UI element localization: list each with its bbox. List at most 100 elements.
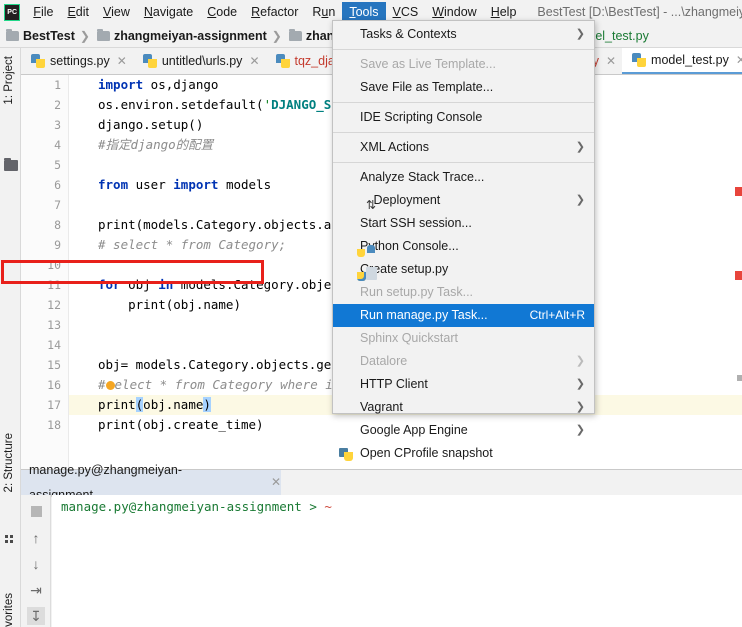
menu-item-label: IDE Scripting Console xyxy=(360,110,483,124)
menu-item-analyze-stack-trace[interactable]: Analyze Stack Trace... xyxy=(333,166,594,189)
folder-icon xyxy=(96,28,110,41)
breadcrumb-label: zhangmeiyan-assignment xyxy=(113,28,267,43)
chevron-right-icon: ❯ xyxy=(575,378,585,390)
menu-item-label: XML Actions xyxy=(360,140,430,154)
menu-item-label: Start SSH session... xyxy=(360,216,472,230)
code-line-9: # select * from Category; xyxy=(98,237,287,252)
line-number: 16 xyxy=(47,378,61,392)
close-icon[interactable]: ✕ xyxy=(249,55,259,67)
menu-item-http-client[interactable]: HTTP Client ❯ xyxy=(333,373,594,396)
line-number: 3 xyxy=(54,118,61,132)
menu-item-save-file-as-template[interactable]: Save File as Template... xyxy=(333,76,594,99)
python-file-icon xyxy=(31,54,45,68)
line-number: 6 xyxy=(54,178,61,192)
menu-item-save-as-live-template: Save as Live Template... xyxy=(333,53,594,76)
chevron-right-icon: ❯ xyxy=(575,424,585,436)
menu-item-google-app-engine[interactable]: Google App Engine ❯ xyxy=(333,419,594,442)
menu-separator xyxy=(333,162,594,163)
line-number: 9 xyxy=(54,238,61,252)
code-line-18: print(obj.create_time) xyxy=(98,417,264,432)
line-number: 17 xyxy=(47,398,61,412)
line-number: 12 xyxy=(47,298,61,312)
editor-gutter[interactable]: 1 2 3 4 5 6 7 8 9 10 11 12 13 14 15 16 1… xyxy=(21,75,69,469)
breadcrumb-label: BestTest xyxy=(23,28,75,43)
breadcrumb-item-1[interactable]: zhangmeiyan-assignment xyxy=(91,28,267,43)
line-number: 5 xyxy=(54,158,61,172)
code-line-4: #指定django的配置 xyxy=(98,137,214,152)
python-file-icon xyxy=(275,54,290,68)
tab-label: model_test.py xyxy=(651,53,729,67)
menu-edit[interactable]: Edit xyxy=(60,2,96,23)
arrow-up-icon[interactable]: ↑ xyxy=(27,529,45,547)
stop-icon[interactable] xyxy=(27,503,45,521)
arrow-down-icon[interactable]: ↓ xyxy=(27,555,45,573)
menu-separator xyxy=(333,132,594,133)
run-toolbar: ↑ ↓ ⇥ ↧ xyxy=(21,495,51,627)
sidebar-item-favorites[interactable]: Favorites xyxy=(3,593,15,627)
menu-item-xml-actions[interactable]: XML Actions ❯ xyxy=(333,136,594,159)
menu-file[interactable]: File xyxy=(26,2,60,23)
menu-separator xyxy=(333,49,594,50)
menu-item-deployment[interactable]: ⇅ Deployment ❯ xyxy=(333,189,594,212)
line-number: 10 xyxy=(47,258,61,272)
project-folder-icon xyxy=(4,158,18,171)
menu-item-label: Deployment xyxy=(373,193,441,207)
breadcrumb-item-0[interactable]: BestTest xyxy=(0,28,75,43)
run-console[interactable]: manage.py@zhangmeiyan-assignment > ~ xyxy=(52,495,742,627)
intention-bulb-icon[interactable] xyxy=(105,381,115,390)
menu-item-label: Open CProfile snapshot xyxy=(360,446,493,460)
menu-item-datalore: Datalore ❯ xyxy=(333,350,594,373)
chevron-right-icon: ❯ xyxy=(575,194,585,206)
deploy-icon: ⇅ xyxy=(366,198,377,212)
chevron-right-icon: ❯ xyxy=(575,141,585,153)
tab-model-test-py[interactable]: model_test.py ✕ xyxy=(622,48,742,74)
close-icon[interactable]: ✕ xyxy=(736,54,742,66)
menu-item-label: Run setup.py Task... xyxy=(360,285,474,299)
menu-item-open-cprofile-snapshot[interactable]: Open CProfile snapshot xyxy=(333,442,594,465)
tab-untitled-urls-py[interactable]: untitled\urls.py ✕ xyxy=(133,48,266,74)
menu-item-label: Save as Live Template... xyxy=(360,57,496,71)
menu-item-vagrant[interactable]: Vagrant ❯ xyxy=(333,396,594,419)
code-line-11: for obj in models.Category.objects.a xyxy=(98,277,369,292)
soft-wrap-icon[interactable]: ⇥ xyxy=(27,581,45,599)
tools-dropdown-menu[interactable]: Tasks & Contexts ❯ Save as Live Template… xyxy=(332,20,595,461)
menu-navigate[interactable]: Navigate xyxy=(137,2,200,23)
code-line-16: # elect * from Category where id =1 xyxy=(98,377,363,392)
menu-item-tasks-contexts[interactable]: Tasks & Contexts ❯ xyxy=(333,23,594,46)
sidebar-item-project[interactable]: 1: Project xyxy=(3,56,15,105)
menu-item-label: HTTP Client xyxy=(360,377,428,391)
code-line-6: from user import models xyxy=(98,177,272,192)
close-icon[interactable]: ✕ xyxy=(117,55,127,67)
folder-icon xyxy=(6,28,19,41)
run-tab[interactable]: manage.py@zhangmeiyan-assignment ✕ xyxy=(21,463,281,502)
menu-item-python-console[interactable]: Python Console... xyxy=(333,235,594,258)
menu-item-create-setup-py[interactable]: Create setup.py xyxy=(333,258,594,281)
run-tool-window: manage.py@zhangmeiyan-assignment ✕ ↑ ↓ ⇥… xyxy=(21,463,742,627)
close-icon[interactable]: ✕ xyxy=(271,470,281,495)
scroll-marker[interactable] xyxy=(737,375,742,381)
menu-item-sphinx-quickstart: Sphinx Quickstart xyxy=(333,327,594,350)
sidebar-item-structure[interactable]: 2: Structure xyxy=(3,433,15,492)
line-number: 14 xyxy=(47,338,61,352)
menu-item-label: Sphinx Quickstart xyxy=(360,331,458,345)
line-number: 11 xyxy=(47,278,61,292)
menu-item-run-manage-py-task[interactable]: Run manage.py Task... Ctrl+Alt+R xyxy=(333,304,594,327)
line-number: 4 xyxy=(54,138,61,152)
line-number: 2 xyxy=(54,98,61,112)
menu-code[interactable]: Code xyxy=(200,2,244,23)
menu-separator xyxy=(333,102,594,103)
menu-item-ide-scripting-console[interactable]: IDE Scripting Console xyxy=(333,106,594,129)
menu-item-label: Run manage.py Task... xyxy=(360,308,488,322)
scroll-to-end-icon[interactable]: ↧ xyxy=(27,607,45,625)
chevron-right-icon: ❯ xyxy=(575,355,585,367)
line-number: 13 xyxy=(47,318,61,332)
close-icon[interactable]: ✕ xyxy=(606,55,616,67)
tab-label: settings.py xyxy=(50,54,110,68)
window-title: BestTest [D:\BestTest] - ...\zhangmeiya xyxy=(537,5,742,19)
menu-item-start-ssh-session[interactable]: Start SSH session... xyxy=(333,212,594,235)
tab-settings-py[interactable]: settings.py ✕ xyxy=(21,48,133,74)
menu-refactor[interactable]: Refactor xyxy=(244,2,305,23)
error-marker[interactable] xyxy=(735,187,742,196)
error-marker[interactable] xyxy=(735,271,742,280)
menu-view[interactable]: View xyxy=(96,2,137,23)
